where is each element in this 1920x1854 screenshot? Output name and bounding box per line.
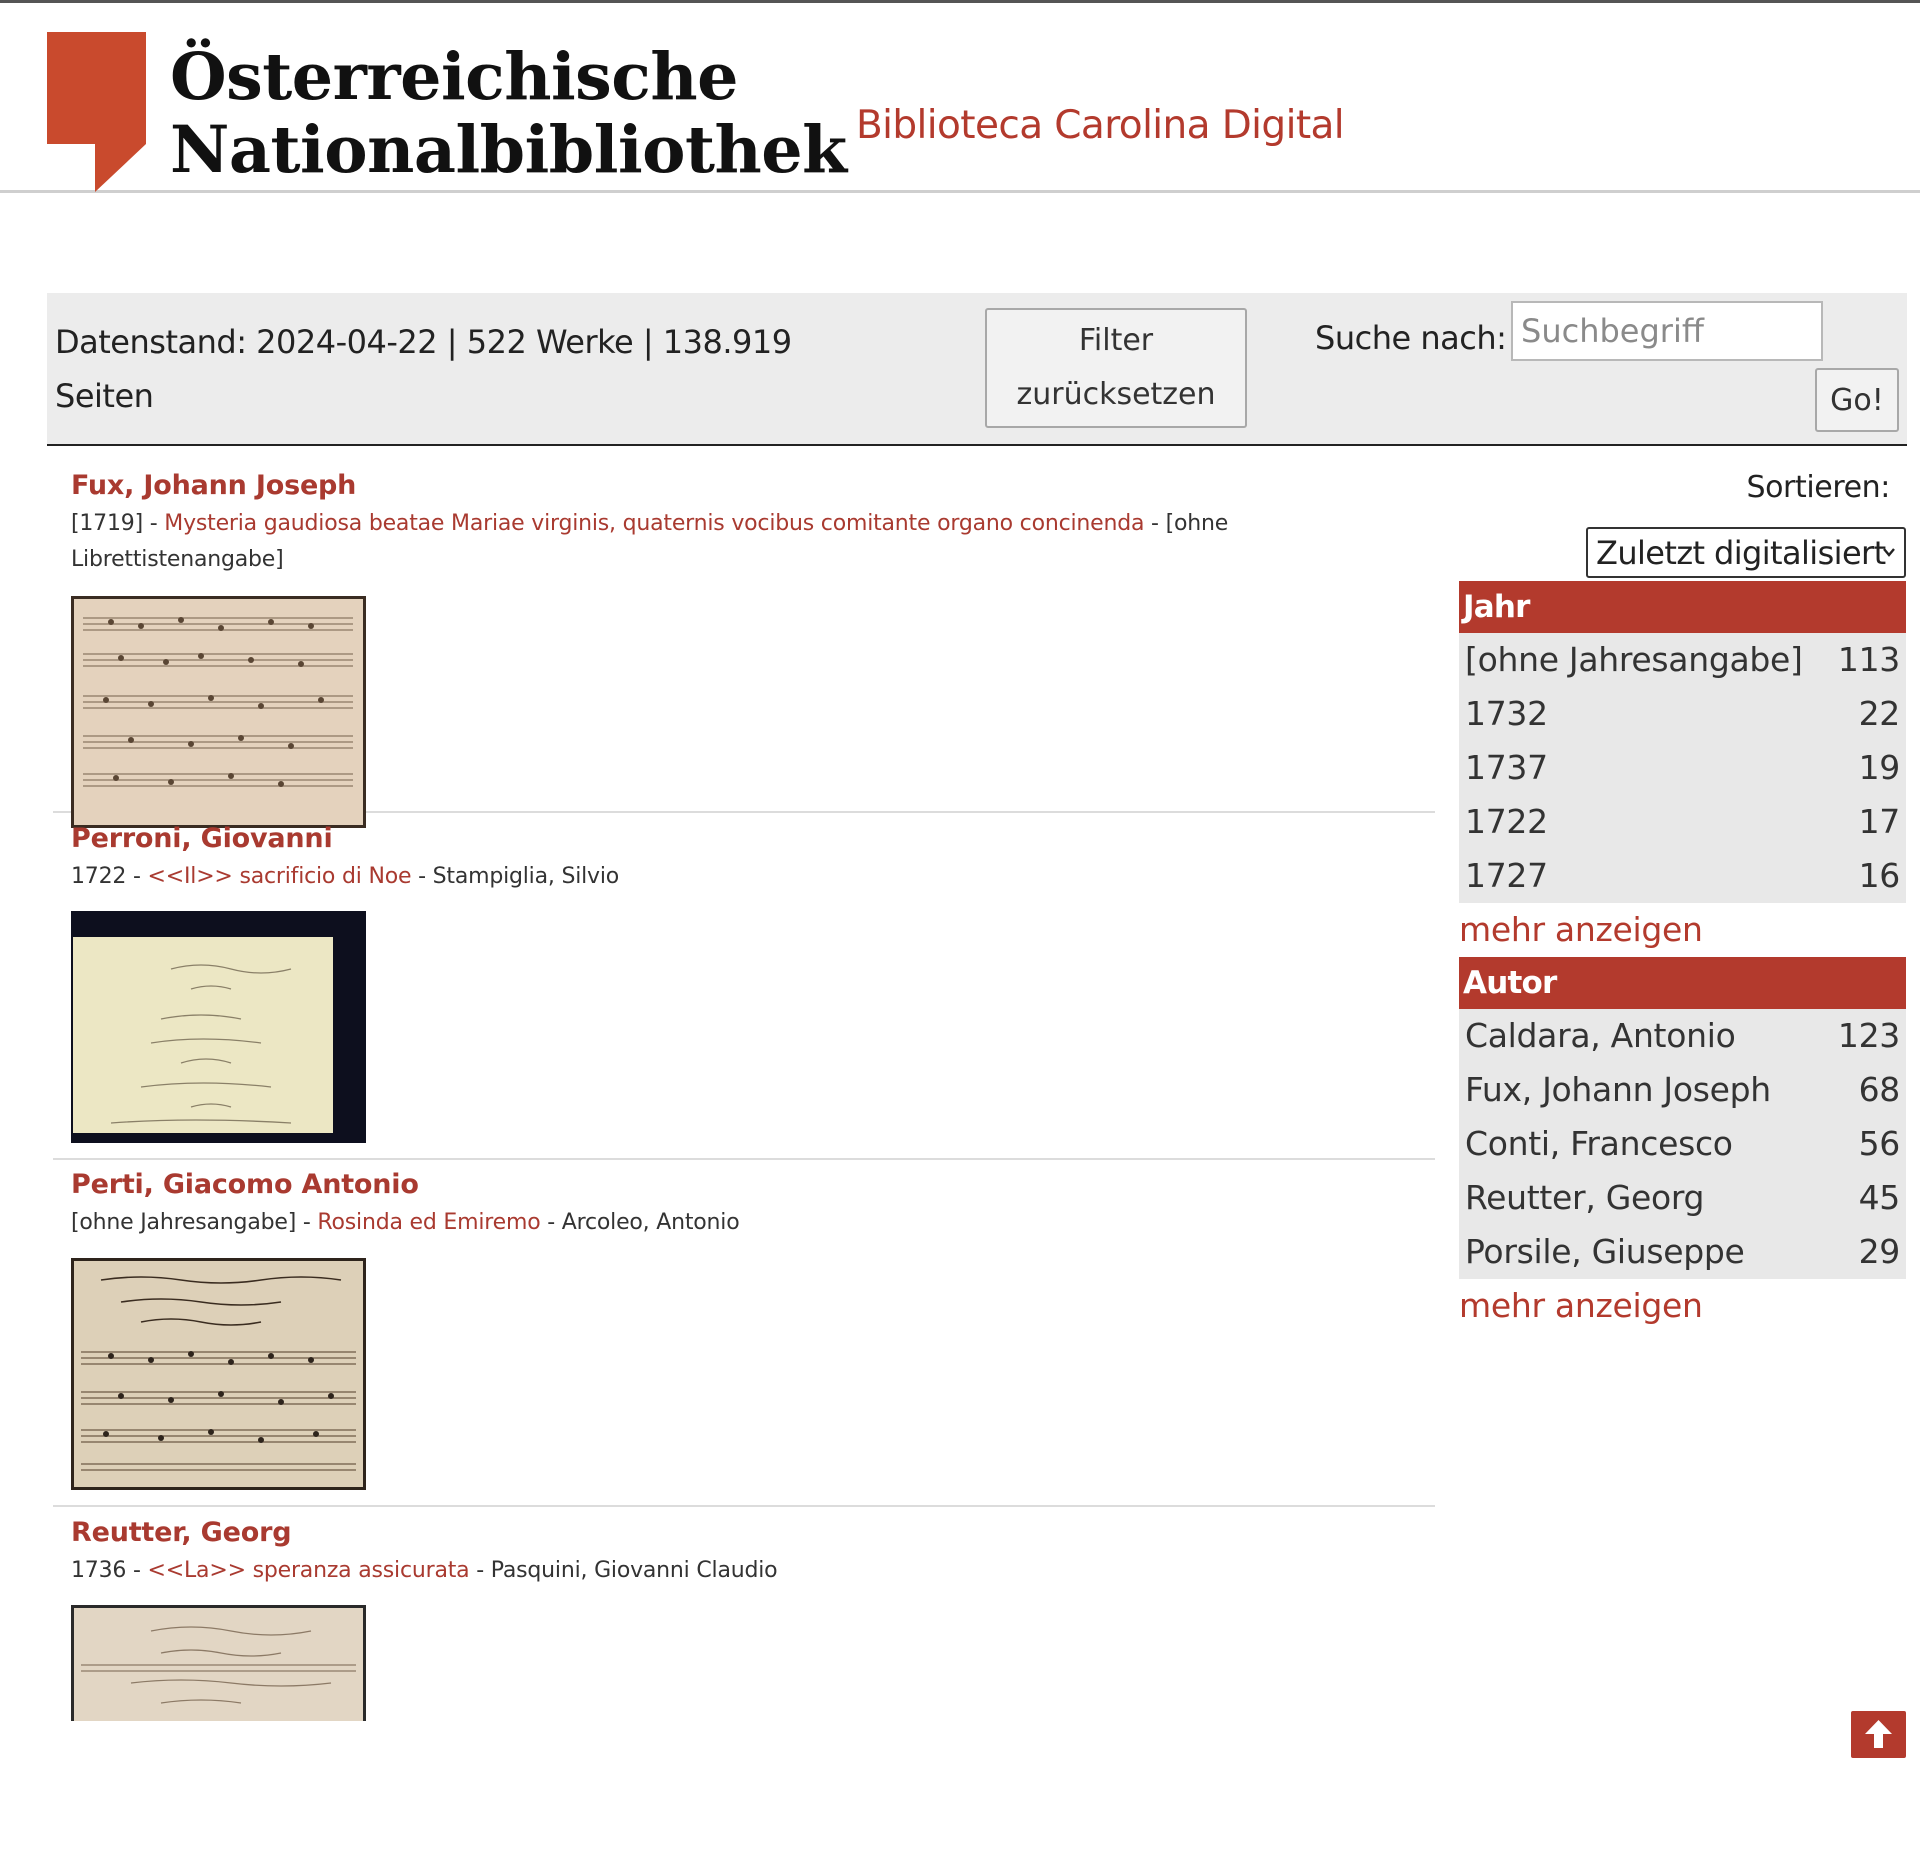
facet-item-name: Conti, Francesco — [1465, 1124, 1733, 1163]
back-to-top-button[interactable] — [1851, 1711, 1906, 1758]
facet-item-count: 29 — [1858, 1232, 1901, 1271]
facet-year-list: [ohne Jahresangabe] 113 1732 22 1737 19 172… — [1459, 633, 1906, 903]
site-title[interactable]: Biblioteca Carolina Digital — [856, 103, 1345, 148]
search-go-button[interactable]: Go! — [1815, 368, 1899, 432]
reset-filter-label-1: Filter — [1078, 323, 1154, 358]
sort-select-value: Zuletzt digitalisiert — [1596, 534, 1886, 572]
result-title-link[interactable]: <<La>> speranza assicurata — [148, 1558, 470, 1583]
facet-year-header: Jahr — [1459, 581, 1906, 633]
facet-item-count: 45 — [1858, 1178, 1901, 1217]
result-title-link[interactable]: Rosinda ed Emiremo — [317, 1210, 540, 1235]
facet-author-more-link[interactable]: mehr anzeigen — [1459, 1279, 1906, 1333]
facet-item-count: 68 — [1858, 1070, 1901, 1109]
facet-author: Autor Caldara, Antonio 123 Fux, Johann Jo… — [1459, 957, 1906, 1333]
logo-line-1: Österreichische — [170, 39, 738, 115]
result-thumbnail[interactable] — [71, 596, 366, 828]
result-thumbnail[interactable] — [71, 1258, 366, 1490]
logo-mark-icon[interactable] — [47, 32, 146, 192]
result-item: Fux, Johann Joseph [1719] - Mysteria gau… — [53, 466, 1435, 828]
result-librettist: Stampiglia, Silvio — [432, 864, 620, 889]
facet-item[interactable]: 1722 17 — [1459, 795, 1906, 849]
facet-item-count: 113 — [1837, 640, 1900, 679]
facet-item-name: Porsile, Giuseppe — [1465, 1232, 1745, 1271]
facet-item-name: Fux, Johann Joseph — [1465, 1070, 1771, 1109]
result-author-link[interactable]: Reutter, Georg — [71, 1513, 292, 1553]
facet-item[interactable]: 1737 19 — [1459, 741, 1906, 795]
facet-year-more-link[interactable]: mehr anzeigen — [1459, 903, 1906, 957]
facet-item[interactable]: Caldara, Antonio 123 — [1459, 1009, 1906, 1063]
chevron-down-icon — [1883, 548, 1895, 557]
result-title-link[interactable]: <<Il>> sacrificio di Noe — [148, 864, 412, 889]
facet-item-name: Caldara, Antonio — [1465, 1016, 1736, 1055]
facet-item-count: 17 — [1858, 802, 1901, 841]
result-librettist: Pasquini, Giovanni Claudio — [490, 1558, 778, 1583]
result-meta: 1736 - <<La>> speranza assicurata - Pasq… — [71, 1558, 778, 1583]
result-year: 1736 — [71, 1558, 127, 1583]
search-input[interactable] — [1511, 301, 1823, 361]
search-label: Suche nach: — [1315, 319, 1507, 357]
facet-item[interactable]: Reutter, Georg 45 — [1459, 1171, 1906, 1225]
facet-item[interactable]: 1727 16 — [1459, 849, 1906, 903]
facet-item-count: 22 — [1858, 694, 1901, 733]
data-status-text: Datenstand: 2024-04-22 | 522 Werke | 138… — [55, 323, 792, 415]
facet-item-count: 19 — [1858, 748, 1901, 787]
facet-item[interactable]: 1732 22 — [1459, 687, 1906, 741]
result-author-link[interactable]: Fux, Johann Joseph — [71, 466, 356, 506]
reset-filter-label-2: zurücksetzen — [1016, 377, 1216, 412]
filter-bar: Datenstand: 2024-04-22 | 522 Werke | 138… — [47, 293, 1907, 446]
facet-item-count: 56 — [1858, 1124, 1901, 1163]
result-list: Fux, Johann Joseph [1719] - Mysteria gau… — [53, 466, 1435, 1854]
site-header: Österreichische Nationalbibliothek Bibli… — [0, 3, 1920, 193]
result-year: [1719] — [71, 511, 143, 536]
result-year: 1722 — [71, 864, 127, 889]
facet-item-count: 16 — [1858, 856, 1901, 895]
result-author-link[interactable]: Perti, Giacomo Antonio — [71, 1165, 419, 1205]
facet-author-header: Autor — [1459, 957, 1906, 1009]
facet-item[interactable]: Fux, Johann Joseph 68 — [1459, 1063, 1906, 1117]
facet-item-name: 1722 — [1465, 802, 1548, 841]
result-librettist: Arcoleo, Antonio — [561, 1210, 740, 1235]
result-item: Perti, Giacomo Antonio [ohne Jahresangab… — [53, 1160, 1435, 1507]
facet-author-list: Caldara, Antonio 123 Fux, Johann Joseph 68… — [1459, 1009, 1906, 1279]
facet-item[interactable]: Conti, Francesco 56 — [1459, 1117, 1906, 1171]
result-meta: [ohne Jahresangabe] - Rosinda ed Emiremo… — [71, 1210, 740, 1235]
facet-item[interactable]: Porsile, Giuseppe 29 — [1459, 1225, 1906, 1279]
reset-filter-button[interactable]: Filter zurücksetzen — [985, 308, 1247, 428]
facet-item-name: 1732 — [1465, 694, 1548, 733]
result-item: Perroni, Giovanni 1722 - <<Il>> sacrific… — [53, 813, 1435, 1160]
facet-item-name: Reutter, Georg — [1465, 1178, 1705, 1217]
result-title-link[interactable]: Mysteria gaudiosa beatae Mariae virginis… — [164, 511, 1144, 536]
logo-line-2: Nationalbibliothek — [170, 112, 847, 188]
result-year: [ohne Jahresangabe] — [71, 1210, 297, 1235]
facet-item-count: 123 — [1837, 1016, 1900, 1055]
logo-wordmark[interactable]: Österreichische Nationalbibliothek — [170, 41, 847, 187]
facet-item[interactable]: [ohne Jahresangabe] 113 — [1459, 633, 1906, 687]
facet-item-name: 1737 — [1465, 748, 1548, 787]
result-item: Reutter, Georg 1736 - <<La>> speranza as… — [53, 1507, 1435, 1854]
facet-item-name: 1727 — [1465, 856, 1548, 895]
arrow-up-icon — [1865, 1720, 1892, 1748]
result-meta: 1722 - <<Il>> sacrificio di Noe - Stampi… — [71, 864, 620, 889]
result-thumbnail[interactable] — [71, 911, 366, 1143]
result-meta: [1719] - Mysteria gaudiosa beatae Mariae… — [71, 511, 1229, 572]
facet-item-name: [ohne Jahresangabe] — [1465, 640, 1803, 679]
sort-label: Sortieren: — [1746, 470, 1890, 505]
result-thumbnail[interactable] — [71, 1605, 366, 1721]
sort-select[interactable]: Zuletzt digitalisiert — [1586, 527, 1906, 578]
facet-year: Jahr [ohne Jahresangabe] 113 1732 22 1737 1… — [1459, 581, 1906, 957]
result-author-link[interactable]: Perroni, Giovanni — [71, 819, 333, 859]
